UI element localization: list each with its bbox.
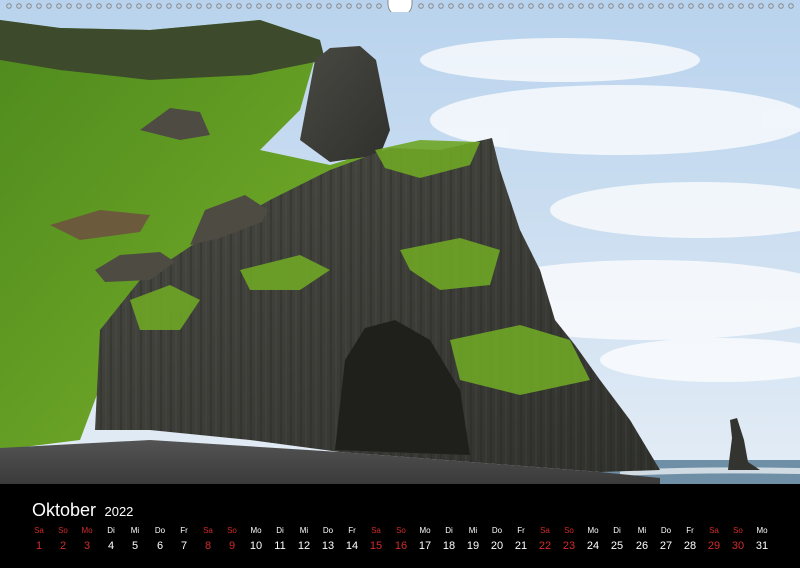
- weekday-label: Sa: [540, 526, 550, 535]
- day-number: 17: [418, 540, 432, 552]
- weekday-label: So: [58, 526, 68, 535]
- weekday-label: Mo: [756, 526, 768, 535]
- weekday-label: Mo: [250, 526, 262, 535]
- hanger-hook-icon: [387, 0, 413, 12]
- weekday-label: So: [227, 526, 237, 535]
- weekday-label: Mi: [299, 526, 309, 535]
- month-heading: Oktober 2022: [32, 500, 133, 521]
- weekday-label: So: [396, 526, 406, 535]
- day-number: 11: [274, 540, 286, 552]
- day-number: 30: [731, 540, 745, 552]
- calendar-page: Oktober 2022 Sa 1 So 2 Mo 3 Di 4 Mi 5 Do 6 Fr 7 Sa 8 So 9…: [0, 0, 800, 568]
- calendar-strip: Oktober 2022 Sa 1 So 2 Mo 3 Di 4 Mi 5 Do 6 Fr 7 Sa 8 So 9…: [0, 484, 800, 568]
- landscape-photo: [0, 0, 800, 484]
- day-number: 19: [466, 540, 480, 552]
- weekday-label: Fr: [180, 526, 188, 535]
- weekday-label: Mi: [637, 526, 647, 535]
- day-number: 22: [538, 540, 552, 552]
- day-number: 23: [562, 540, 576, 552]
- weekday-label: Fr: [348, 526, 356, 535]
- weekday-label: Fr: [686, 526, 694, 535]
- day-number: 31: [755, 540, 769, 552]
- weekday-label: Mo: [81, 526, 93, 535]
- day-number: 10: [249, 540, 263, 552]
- weekday-label: Mo: [419, 526, 431, 535]
- day-number: 18: [442, 540, 456, 552]
- weekday-label: Di: [613, 526, 621, 535]
- day-number: 21: [514, 540, 528, 552]
- day-number: 3: [83, 540, 91, 552]
- day-number: 20: [490, 540, 504, 552]
- weekday-label: Do: [491, 526, 503, 535]
- weekday-label: Mi: [130, 526, 140, 535]
- day-number: 24: [586, 540, 600, 552]
- weekday-label: Sa: [371, 526, 381, 535]
- day-number: 29: [707, 540, 721, 552]
- weekday-label: So: [564, 526, 574, 535]
- day-number: 6: [156, 540, 164, 552]
- weekday-label: Do: [660, 526, 672, 535]
- landscape-illustration: [0, 0, 800, 484]
- weekday-label: Di: [445, 526, 453, 535]
- weekday-label: Sa: [34, 526, 44, 535]
- day-number: 9: [228, 540, 236, 552]
- day-number: 7: [180, 540, 188, 552]
- month-year: 2022: [104, 504, 134, 519]
- day-number: 28: [683, 540, 697, 552]
- weekday-label: Sa: [203, 526, 213, 535]
- day-number: 16: [394, 540, 408, 552]
- day-number: 15: [369, 540, 383, 552]
- day-number: 26: [635, 540, 649, 552]
- day-number: 13: [321, 540, 335, 552]
- day-number: 25: [610, 540, 624, 552]
- day-number: 27: [659, 540, 673, 552]
- weekday-label: Fr: [517, 526, 525, 535]
- day-number: 2: [59, 540, 67, 552]
- month-name: Oktober: [32, 500, 97, 520]
- weekday-label: Sa: [709, 526, 719, 535]
- spiral-binding: [6, 0, 794, 12]
- weekday-label: Do: [154, 526, 166, 535]
- day-number: 4: [107, 540, 115, 552]
- day-number: 8: [204, 540, 212, 552]
- weekday-label: Mo: [587, 526, 599, 535]
- day-number: 12: [297, 540, 311, 552]
- day-number: 5: [131, 540, 139, 552]
- day-number: 1: [35, 540, 43, 552]
- weekday-label: Di: [107, 526, 115, 535]
- weekday-label: Mi: [468, 526, 478, 535]
- weekday-label: So: [733, 526, 743, 535]
- weekday-label: Do: [322, 526, 334, 535]
- day-number: 14: [345, 540, 359, 552]
- weekday-label: Di: [276, 526, 284, 535]
